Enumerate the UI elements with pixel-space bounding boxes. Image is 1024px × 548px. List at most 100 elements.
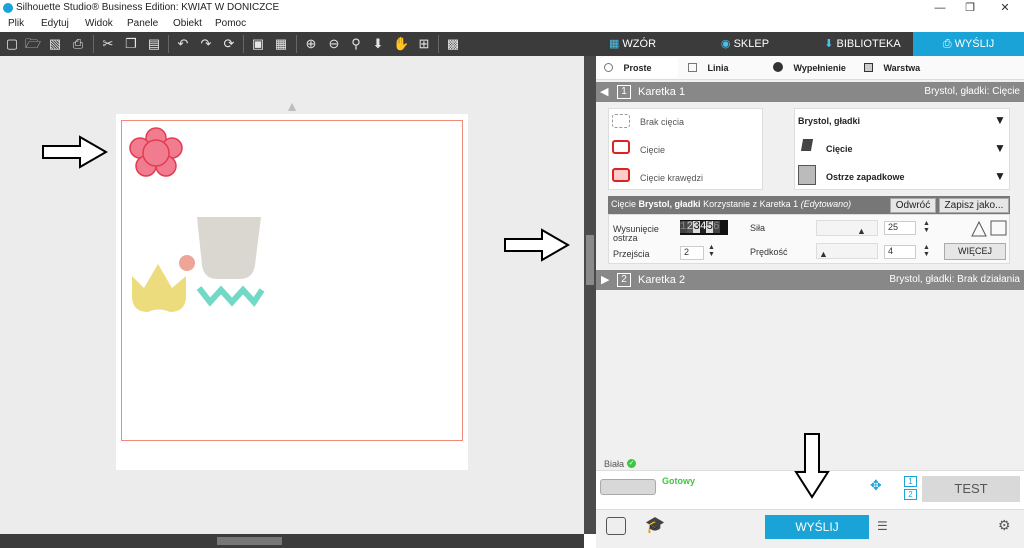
horizontal-scroll-thumb[interactable] [217,537,282,545]
add-page-icon[interactable]: ⊞ [416,36,432,52]
menu-panele[interactable]: Panele [127,18,158,29]
tab-wyslij[interactable]: ⎙ WYŚLIJ [913,32,1024,56]
print-icon[interactable]: ⎙ [70,36,86,52]
chevron-down-icon[interactable]: ▼ [994,113,1006,127]
option-ciecie-krawedzi[interactable]: Cięcie krawędzi [640,173,703,183]
collapse-icon[interactable]: ◀ [600,82,608,102]
zigzag-shape[interactable] [196,282,266,312]
tulip-shape[interactable] [130,262,190,316]
new-file-icon[interactable]: ▢ [4,36,20,52]
subtab-linia[interactable]: Linia [688,58,758,78]
open-folder-icon[interactable]: 🗁 [25,36,41,52]
carriage-2-summary: Brystol, gładki: Brak działania [889,274,1020,285]
menu-plik[interactable]: Plik [8,18,24,29]
chevron-down-icon[interactable]: ▼ [994,141,1006,155]
line-icon [688,63,697,72]
subtab-wypelnienie[interactable]: Wypełnienie [773,58,863,78]
tutorial-hat-icon[interactable]: 🎓 [645,515,665,535]
ungroup-icon[interactable]: ▦ [273,36,289,52]
close-icon[interactable]: ✕ [990,0,1020,16]
speed-field[interactable]: 4 [884,245,916,259]
device-name: Biała [604,459,625,469]
edge-cut-icon [612,168,630,182]
vertical-scroll-thumb[interactable] [586,235,594,285]
page-up-arrow-icon[interactable]: ▲ [284,98,300,114]
blade-icon [798,165,816,185]
grid-icon: ▦ [608,38,620,50]
passes-stepper[interactable]: ▲ ▼ [708,244,715,258]
gear-icon[interactable]: ⚙ [998,517,1011,534]
material-select[interactable]: Brystol, gładki [798,116,860,126]
tab-sklep[interactable]: ◉ SKLEP [715,32,775,56]
zoom-out-icon[interactable]: ⊖ [326,36,342,52]
subtab-wypelnienie-label: Wypełnienie [793,63,846,73]
redo-icon[interactable]: ↷ [198,36,214,52]
force-slider[interactable] [816,220,878,236]
move-down-icon[interactable]: ⬇ [370,36,386,52]
subtab-proste[interactable]: Proste [600,58,678,78]
menu-widok[interactable]: Widok [85,18,113,29]
more-button[interactable]: WIĘCEJ [944,243,1006,260]
option-brak-ciecia[interactable]: Brak cięcia [640,117,684,127]
annotation-arrow-right-icon [504,228,571,262]
hand-icon[interactable]: ✋ [393,36,409,52]
menu-obiekt[interactable]: Obiekt [173,18,202,29]
reset-button[interactable]: Odwróć [890,198,936,213]
chevron-down-icon[interactable]: ▼ [994,169,1006,183]
slider-handle-icon[interactable]: ▲ [857,226,866,236]
toolbar-divider [93,35,94,53]
blade-depth-dial[interactable]: 123456 [680,220,728,235]
option-ciecie[interactable]: Cięcie [640,145,665,155]
pot-shape[interactable] [195,215,265,285]
expand-icon[interactable]: ▶ [601,270,609,290]
maximize-icon[interactable]: ❐ [955,0,985,16]
flower-shape[interactable] [126,124,186,182]
subtab-warstwa[interactable]: Warstwa [864,58,934,78]
carriage-2-number: 2 [617,273,631,287]
save-as-button[interactable]: Zapisz jako... [939,198,1009,213]
menu-edytuj[interactable]: Edytuj [41,18,69,29]
group-icon[interactable]: ▣ [250,36,266,52]
tab-wzor[interactable]: ▦ WZÓR [600,32,665,56]
action-select[interactable]: Cięcie [826,144,853,154]
window-title: Silhouette Studio® Business Edition: KWI… [16,2,280,13]
subtab-linia-label: Linia [707,63,729,73]
tool-select[interactable]: Ostrze zapadkowe [826,172,905,182]
horizontal-scrollbar[interactable] [0,534,584,548]
force-field[interactable]: 25 [884,221,916,235]
pattern-icon[interactable]: ▩ [445,36,461,52]
print-cut-icon[interactable] [606,517,626,535]
title-bar: Silhouette Studio® Business Edition: KWI… [0,0,1024,16]
passes-field[interactable]: 2 [680,246,704,260]
subtab-warstwa-label: Warstwa [883,63,921,73]
slider-handle-icon[interactable]: ▲ [819,249,828,259]
carriage-2-label: Karetka 2 [638,274,686,286]
zoom-in-icon[interactable]: ⊕ [303,36,319,52]
undo-icon[interactable]: ↶ [175,36,191,52]
test-button[interactable]: TEST [922,476,1020,502]
move-arrows-icon[interactable]: ✥ [870,478,882,492]
force-stepper[interactable]: ▲ ▼ [923,220,930,234]
cut-icon[interactable]: ✂ [100,36,116,52]
queue-list-icon[interactable]: ☰ [877,519,888,533]
vertical-scrollbar[interactable] [584,56,596,534]
carriage-2-header[interactable]: ▶ 2 Karetka 2 Brystol, gładki: Brak dzia… [596,270,1024,290]
tab-biblioteka[interactable]: ⬇ BIBLIOTEKA [815,32,910,56]
send-button[interactable]: WYŚLIJ [765,515,869,539]
menu-pomoc[interactable]: Pomoc [215,18,246,29]
save-icon[interactable]: ▧ [47,36,63,52]
carriage-2-selector[interactable]: 2 [904,489,917,500]
carriage-1-header[interactable]: ◀ 1 Karetka 1 Brystol, gładki: Cięcie [596,82,1024,102]
copy-icon[interactable]: ❐ [123,36,139,52]
carriage-1-selector[interactable]: 1 [904,476,917,487]
zoom-fit-icon[interactable]: ⚲ [348,36,364,52]
blade-label: Wysunięcie ostrza [613,224,659,243]
refresh-icon[interactable]: ⟳ [221,36,237,52]
tab-biblioteka-label: BIBLIOTEKA [836,38,901,50]
toolbar-divider [296,35,297,53]
shape-tools-icon[interactable] [970,218,1010,238]
minimize-icon[interactable]: — [925,0,955,16]
speed-stepper[interactable]: ▲ ▼ [923,244,930,258]
carriage-1-number: 1 [617,85,631,99]
paste-icon[interactable]: ▤ [146,36,162,52]
